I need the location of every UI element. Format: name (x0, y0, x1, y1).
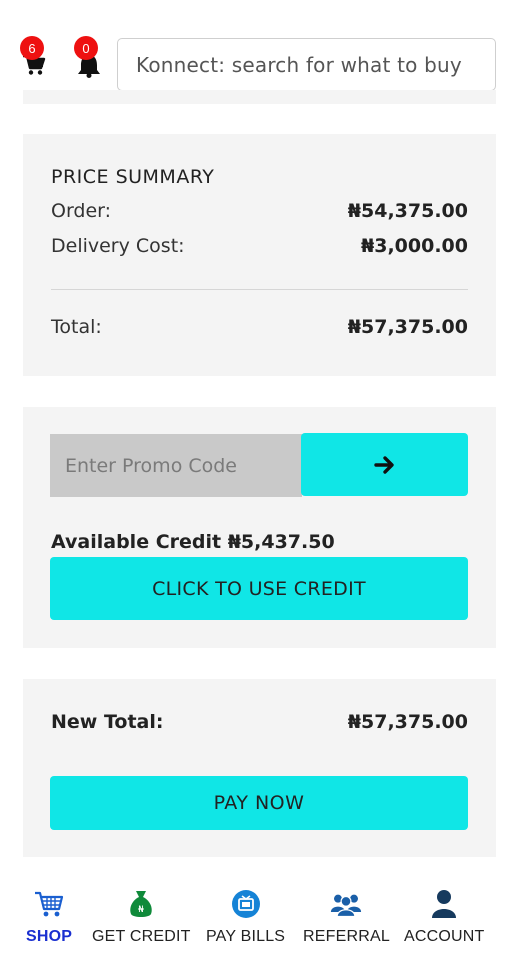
order-value: ₦54,375.00 (347, 200, 468, 222)
summary-divider (51, 289, 468, 290)
pay-bills-icon (231, 890, 260, 918)
price-summary-title: PRICE SUMMARY (51, 166, 215, 188)
total-row: Total: ₦57,375.00 (51, 316, 468, 338)
new-total-card: New Total: ₦57,375.00 PAY NOW (23, 679, 496, 857)
new-total-row: New Total: ₦57,375.00 (51, 711, 468, 733)
price-summary-card: PRICE SUMMARY Order: ₦54,375.00 Delivery… (23, 134, 496, 376)
nav-label-pay-bills: PAY BILLS (206, 928, 286, 945)
promo-code-placeholder: Enter Promo Code (65, 454, 237, 477)
nav-item-referral[interactable]: REFERRAL (303, 888, 390, 946)
use-credit-label: CLICK TO USE CREDIT (152, 577, 366, 600)
cart-count-badge: 6 (20, 36, 44, 60)
new-total-label: New Total: (51, 711, 164, 733)
order-label: Order: (51, 200, 112, 222)
promo-credit-card: Enter Promo Code Available Credit ₦5,437… (23, 407, 496, 648)
nav-label-shop: SHOP (26, 928, 73, 945)
available-credit-label: Available Credit ₦5,437.50 (51, 531, 335, 553)
nav-label-account: ACCOUNT (404, 928, 485, 945)
delivery-label: Delivery Cost: (51, 235, 185, 257)
new-total-value: ₦57,375.00 (347, 711, 468, 733)
total-label: Total: (51, 316, 102, 338)
promo-code-input[interactable]: Enter Promo Code (50, 434, 302, 497)
nav-label-referral: REFERRAL (303, 928, 390, 945)
money-bag-icon: ₦ (130, 891, 153, 917)
pay-now-button[interactable]: PAY NOW (50, 776, 468, 830)
order-row: Order: ₦54,375.00 (51, 200, 468, 222)
svg-text:₦: ₦ (138, 905, 144, 915)
notification-count-badge: 0 (74, 36, 98, 60)
account-icon (432, 890, 457, 918)
previous-card-edge (23, 90, 496, 104)
arrow-right-icon (373, 455, 394, 474)
search-placeholder: Konnect: search for what to buy (136, 52, 462, 77)
total-value: ₦57,375.00 (347, 316, 468, 338)
search-input[interactable]: Konnect: search for what to buy (117, 38, 496, 91)
notification-button[interactable]: 0 (72, 36, 106, 78)
cart-button[interactable]: 6 (18, 36, 52, 76)
apply-promo-button[interactable] (301, 433, 468, 496)
nav-item-shop[interactable]: SHOP (26, 888, 72, 946)
use-credit-button[interactable]: CLICK TO USE CREDIT (50, 557, 468, 620)
nav-item-pay-bills[interactable]: PAY BILLS (206, 888, 285, 946)
referral-icon (331, 894, 362, 918)
delivery-row: Delivery Cost: ₦3,000.00 (51, 235, 468, 257)
nav-item-get-credit[interactable]: ₦ GET CREDIT (92, 888, 191, 946)
cart-icon (35, 891, 64, 917)
pay-now-label: PAY NOW (213, 792, 305, 814)
nav-item-account[interactable]: ACCOUNT (404, 888, 485, 946)
top-header: 6 0 Konnect: search for what to buy (0, 0, 518, 104)
delivery-value: ₦3,000.00 (361, 235, 468, 257)
nav-label-get-credit: GET CREDIT (92, 928, 191, 945)
bottom-nav: SHOP ₦ GET CREDIT PAY BILLS REFERRAL ACC… (0, 880, 518, 958)
